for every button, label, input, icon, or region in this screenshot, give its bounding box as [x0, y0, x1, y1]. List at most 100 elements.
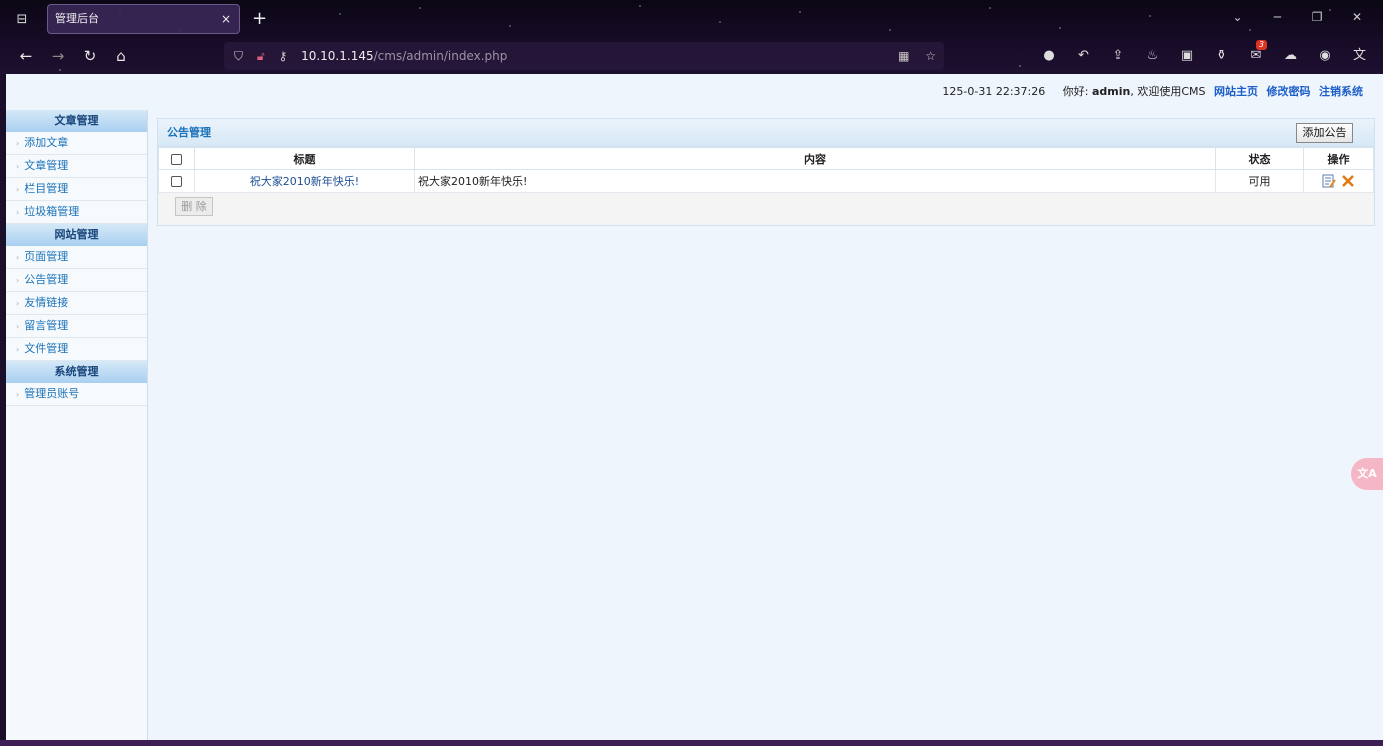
address-bar[interactable]: ⛉ 🔓︎ ⚷ 10.10.1.145/cms/admin/index.php ▦… — [224, 42, 944, 70]
edit-icon[interactable] — [1322, 174, 1336, 188]
sidebar-item-label: 页面管理 — [24, 250, 69, 263]
tab-overflow-icon[interactable]: ⌄ — [1220, 10, 1256, 24]
sidebar-item-label: 管理员账号 — [24, 387, 80, 400]
bullet-icon: › — [16, 276, 20, 285]
greeting-prefix: 你好: — [1062, 85, 1089, 98]
share-icon[interactable]: ⇪ — [1105, 44, 1131, 68]
save-icon[interactable]: ▣ — [1174, 44, 1200, 68]
sidebar-item-friend-links[interactable]: › 友情链接 — [6, 292, 147, 315]
mail-icon[interactable]: ✉ 3 — [1243, 40, 1269, 68]
bullet-icon: › — [16, 139, 20, 148]
insecure-lock-icon[interactable]: 🔓︎ — [257, 49, 265, 63]
sidebar-group-system[interactable]: 系统管理 — [6, 361, 147, 383]
sidebar-item-file-manage[interactable]: › 文件管理 — [6, 338, 147, 361]
cloud-icon[interactable]: ☁ — [1278, 44, 1304, 68]
column-actions: 操作 — [1303, 147, 1374, 170]
extension-circle-icon[interactable]: ● — [1036, 44, 1062, 68]
sidebar-item-column-manage[interactable]: › 栏目管理 — [6, 178, 147, 201]
delete-button[interactable]: 删 除 — [175, 197, 213, 216]
reload-icon[interactable]: ↻ — [78, 44, 102, 68]
add-notice-button[interactable]: 添加公告 — [1296, 123, 1353, 143]
notice-table: 标题 内容 状态 操作 祝大家2010新年快乐! 祝大家2010新年快乐! 可用 — [158, 147, 1374, 193]
table-row: 祝大家2010新年快乐! 祝大家2010新年快乐! 可用 — [158, 169, 1374, 193]
tab-list-icon[interactable]: ⊟ — [12, 10, 32, 30]
restore-icon[interactable]: ❐ — [1299, 10, 1335, 24]
tab-close-icon[interactable]: × — [221, 5, 231, 33]
tab-title: 管理后台 — [55, 12, 99, 25]
link-logout[interactable]: 注销系统 — [1319, 85, 1363, 98]
sidebar-item-label: 公告管理 — [24, 273, 69, 286]
new-tab-button[interactable]: + — [252, 8, 267, 30]
bookmark-star-icon[interactable]: ☆ — [925, 49, 936, 63]
sidebar-item-add-article[interactable]: › 添加文章 — [6, 132, 147, 155]
sidebar: 文章管理 › 添加文章 › 文章管理 › 栏目管理 › 垃圾箱管理 网站管理 › 页面管理… — [6, 110, 148, 740]
panel-title: 公告管理 — [167, 126, 211, 139]
link-change-password[interactable]: 修改密码 — [1267, 85, 1311, 98]
nav-bar: ← → ↻ ⌂ ⛉ 🔓︎ ⚷ 10.10.1.145/cms/admin/ind… — [0, 38, 1383, 87]
translate-toolbar-icon[interactable]: 文 — [1347, 44, 1373, 68]
delete-icon[interactable] — [1341, 174, 1355, 188]
shield-icon[interactable]: ⛉ — [234, 49, 243, 63]
browser-tab[interactable]: 管理后台 × — [47, 4, 240, 34]
window-close-icon[interactable]: ✕ — [1339, 10, 1375, 24]
page-viewport: 125-0-31 22:37:26 你好: admin, 欢迎使用CMS 网站主… — [6, 74, 1383, 740]
column-status: 状态 — [1215, 147, 1304, 170]
sidebar-item-label: 友情链接 — [24, 296, 69, 309]
table-header-row: 标题 内容 状态 操作 — [158, 147, 1374, 170]
extension-fox-icon[interactable]: ♨ — [1140, 44, 1166, 68]
bullet-icon: › — [16, 322, 20, 331]
column-title: 标题 — [194, 147, 415, 170]
panel-header: 公告管理 添加公告 — [158, 119, 1374, 147]
row-title[interactable]: 祝大家2010新年快乐! — [194, 169, 415, 193]
username: admin — [1091, 85, 1131, 98]
sidebar-item-label: 文章管理 — [24, 159, 69, 172]
sidebar-item-label: 添加文章 — [24, 136, 69, 149]
notification-badge: 3 — [1255, 40, 1267, 50]
bullet-icon: › — [16, 253, 20, 262]
bullet-icon: › — [16, 208, 20, 217]
panel-footer: 删 除 — [158, 193, 1374, 225]
row-checkbox[interactable] — [171, 176, 182, 187]
sidebar-group-site[interactable]: 网站管理 — [6, 224, 147, 246]
link-site-home[interactable]: 网站主页 — [1214, 85, 1258, 98]
sidebar-group-articles[interactable]: 文章管理 — [6, 110, 147, 132]
bullet-icon: › — [16, 390, 20, 399]
forward-icon[interactable]: → — [46, 44, 70, 68]
qr-code-icon[interactable]: ▦ — [898, 49, 909, 63]
bullet-icon: › — [16, 299, 20, 308]
sidebar-item-trash-manage[interactable]: › 垃圾箱管理 — [6, 201, 147, 224]
sidebar-item-label: 垃圾箱管理 — [24, 205, 80, 218]
select-all-checkbox[interactable] — [171, 153, 182, 165]
row-status: 可用 — [1215, 169, 1304, 193]
window-controls: ⌄ ─ ❐ ✕ — [1220, 10, 1375, 24]
browser-chrome: ⊟ 管理后台 × + ⌄ ─ ❐ ✕ ← → ↻ ⌂ ⛉ 🔓︎ ⚷ 10.10.… — [0, 0, 1383, 87]
sidebar-item-message-manage[interactable]: › 留言管理 — [6, 315, 147, 338]
translate-icon[interactable]: 文A — [1351, 458, 1383, 490]
bullet-icon: › — [16, 162, 20, 171]
url-host: 10.10.1.145 — [301, 49, 374, 63]
row-select-cell — [158, 169, 195, 193]
extensions-toolbar: ● ↶ ⇪ ♨ ▣ ⚱ ✉3 ☁ ◉ 文 ≡ — [1036, 40, 1383, 87]
tab-strip: ⊟ 管理后台 × + ⌄ ─ ❐ ✕ — [0, 0, 1383, 38]
sidebar-item-page-manage[interactable]: › 页面管理 — [6, 246, 147, 269]
extension-green-icon[interactable]: ◉ — [1312, 44, 1338, 68]
sidebar-item-admin-accounts[interactable]: › 管理员账号 — [6, 383, 147, 406]
sidebar-item-article-manage[interactable]: › 文章管理 — [6, 155, 147, 178]
sidebar-item-label: 留言管理 — [24, 319, 69, 332]
back-icon[interactable]: ← — [14, 44, 38, 68]
notice-panel: 公告管理 添加公告 标题 内容 状态 操作 祝大家2010新年快乐! 祝大家20… — [157, 118, 1375, 226]
bullet-icon: › — [16, 345, 20, 354]
sidebar-item-label: 文件管理 — [24, 342, 69, 355]
extension-bottle-icon[interactable]: ⚱ — [1209, 44, 1235, 68]
home-icon[interactable]: ⌂ — [109, 44, 133, 68]
select-all-cell — [158, 147, 195, 170]
row-actions — [1303, 169, 1374, 193]
bullet-icon: › — [16, 185, 20, 194]
taskbar-strip — [0, 740, 1383, 746]
url-path: /cms/admin/index.php — [373, 49, 508, 63]
undo-icon[interactable]: ↶ — [1071, 44, 1097, 68]
key-icon[interactable]: ⚷ — [278, 49, 287, 63]
sidebar-item-label: 栏目管理 — [24, 182, 69, 195]
sidebar-item-notice-manage[interactable]: › 公告管理 — [6, 269, 147, 292]
minimize-icon[interactable]: ─ — [1259, 10, 1295, 24]
